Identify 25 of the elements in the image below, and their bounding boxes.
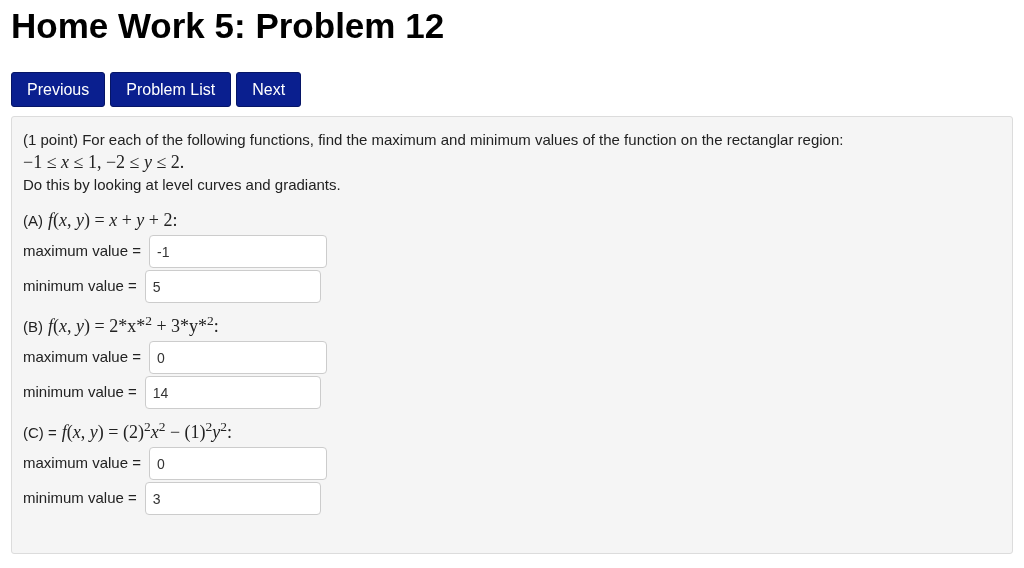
answer-label: maximum value = — [23, 453, 141, 474]
part-label: (B) — [23, 317, 43, 337]
intro-text: (1 point) For each of the following functions, find the maximum and minimum values of the function on the rectanglar region: — [23, 130, 845, 150]
answer-field[interactable]: 3 — [144, 482, 321, 515]
answer-label: minimum value = — [23, 276, 137, 297]
region-formula: −1 ≤ x ≤ 1, −2 ≤ y ≤ 2. — [23, 151, 186, 173]
answer-field[interactable]: 5 — [144, 270, 321, 303]
nav-button[interactable]: Next — [236, 72, 302, 107]
function-formula: f(x, y) = x + y + 2: — [48, 209, 178, 232]
page-title: Home Work 5: Problem 12 — [11, 6, 446, 46]
answer-label: minimum value = — [23, 488, 137, 509]
answer-label: minimum value = — [23, 382, 137, 403]
nav-button[interactable]: Previous — [11, 72, 106, 107]
answer-label: maximum value = — [23, 241, 141, 262]
answer-field[interactable]: 0 — [148, 447, 327, 480]
function-formula: f(x, y) = (2)$^{2}$x$^{2}$ − (1)$^{2}$y$^{2}$: — [61, 420, 233, 444]
part-label: (A) — [23, 211, 43, 231]
part-label: (C) = — [23, 423, 57, 443]
instruction-text: Do this by looking at level curves and gradiants. — [23, 175, 342, 195]
function-formula: f(x, y) = 2*x*$^{2}$ + 3*y*$^{2}$: — [48, 314, 219, 338]
answer-field[interactable]: 0 — [148, 341, 327, 374]
nav-button[interactable]: Problem List — [110, 72, 232, 107]
answer-label: maximum value = — [23, 347, 141, 368]
answer-field[interactable]: 14 — [144, 376, 321, 409]
answer-field[interactable]: -1 — [148, 235, 327, 268]
